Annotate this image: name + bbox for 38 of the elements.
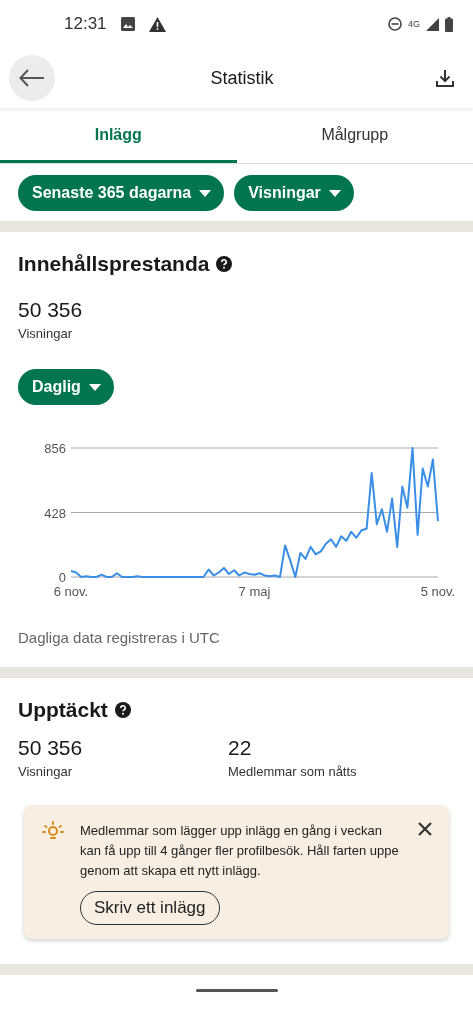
axis-label: 428 — [44, 505, 66, 521]
filter-dropdown[interactable]: Senaste 365 dagarna — [18, 175, 225, 211]
signal-icon — [426, 17, 439, 31]
axis-label: 0 — [58, 570, 66, 585]
page-title: Statistik — [209, 67, 275, 89]
tab[interactable]: Målgrupp — [236, 110, 473, 163]
network-type: 4G — [408, 19, 420, 29]
caret-icon — [199, 189, 212, 197]
back-button[interactable] — [9, 55, 55, 101]
metric-label: Medlemmar som nåtts — [228, 764, 358, 779]
image-icon — [120, 17, 135, 31]
interval-dropdown[interactable]: Daglig — [18, 369, 114, 405]
tip-text: Medlemmar som lägger upp inlägg en gång i veckan kan få upp till 4 gånger fler profilbesök. Håll farten uppe genom att skapa ett nytt inlägg. — [80, 822, 400, 880]
download-icon — [435, 68, 455, 88]
metric-value: 50 356 — [18, 298, 84, 322]
back-arrow-icon — [19, 69, 45, 87]
do-not-disturb-icon — [388, 17, 402, 31]
warning-icon — [148, 16, 166, 32]
chart-note: Dagliga data registreras i UTC — [18, 629, 221, 646]
axis-label: 7 maj — [238, 584, 271, 599]
filter-dropdown[interactable]: Visningar — [234, 175, 354, 211]
axis-label: 5 nov. — [420, 584, 456, 599]
metric-label: Visningar — [18, 326, 73, 341]
metric-value: 50 356 — [18, 736, 84, 760]
battery-icon — [445, 16, 453, 32]
caret-icon — [88, 383, 101, 391]
metric-value: 22 — [228, 736, 253, 760]
axis-label: 6 nov. — [53, 584, 89, 599]
axis-label: 856 — [44, 441, 66, 456]
close-icon[interactable] — [417, 821, 433, 837]
section-title: Upptäckt — [18, 698, 108, 722]
section-title: Innehållsprestanda — [18, 252, 210, 276]
status-time: 12:31 — [64, 14, 107, 34]
tab[interactable]: Inlägg — [0, 110, 237, 163]
metric-label: Visningar — [18, 764, 73, 779]
help-icon[interactable] — [114, 702, 131, 718]
help-icon[interactable] — [216, 256, 233, 272]
caret-icon — [328, 189, 341, 197]
